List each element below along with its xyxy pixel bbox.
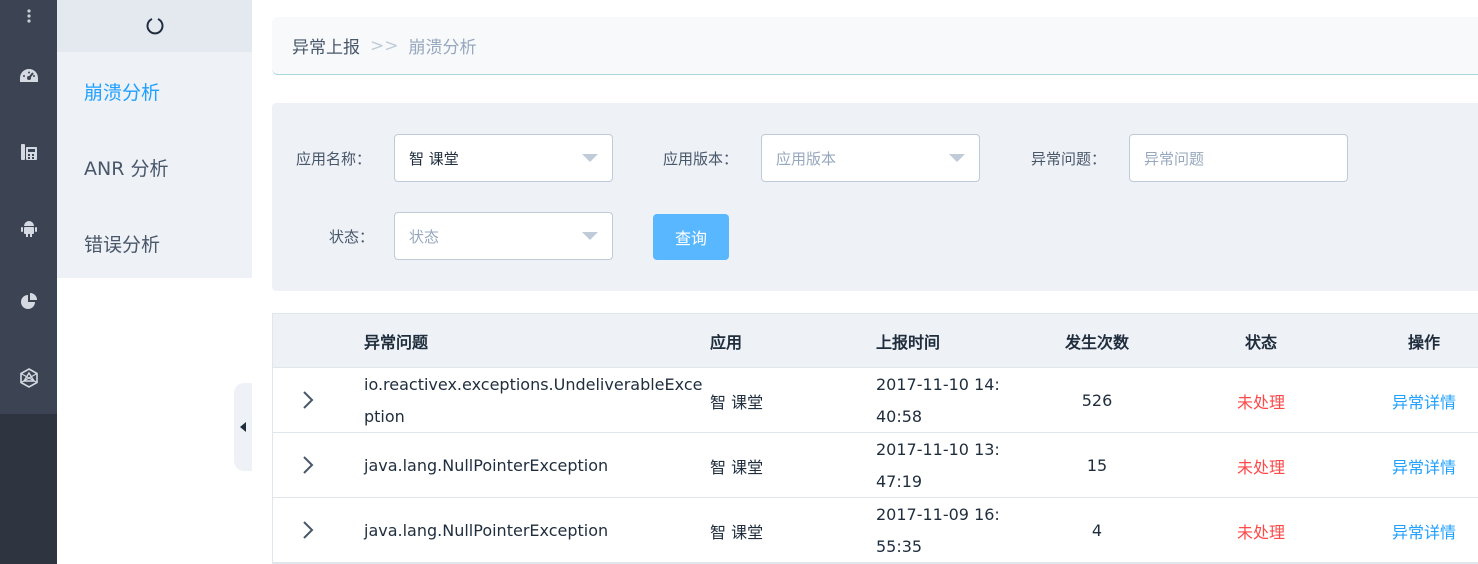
status-badge: 未处理 xyxy=(1236,457,1285,477)
chevron-down-icon xyxy=(582,154,598,162)
filter-panel: 应用名称： 智 课堂 应用版本： 应用版本 异常问题： 异常问题 状态： 状态 … xyxy=(272,103,1478,291)
time-cell: 2017-11-10 14: 40:58 xyxy=(876,369,1000,433)
issue-cell: io.reactivex.exceptions.UndeliverableExc… xyxy=(364,369,702,433)
column-header-count[interactable]: 发生次数 xyxy=(1065,314,1129,368)
app-version-select[interactable]: 应用版本 xyxy=(761,134,980,182)
chevron-down-icon xyxy=(582,232,598,240)
status-badge: 未处理 xyxy=(1236,522,1285,542)
issue-cell: java.lang.NullPointerException xyxy=(364,521,609,540)
more-vert-icon[interactable] xyxy=(0,0,57,36)
app-version-placeholder: 应用版本 xyxy=(776,149,837,168)
loading-spinner-icon xyxy=(146,18,163,35)
dashboard-gauge-icon[interactable] xyxy=(0,56,57,96)
status-select[interactable]: 状态 xyxy=(394,212,613,260)
breadcrumb-home[interactable]: 异常上报 xyxy=(292,33,360,58)
collapse-sidebar-button[interactable] xyxy=(234,383,252,471)
submenu-item-anr-analysis[interactable]: ANR 分析 xyxy=(84,154,168,181)
table-row[interactable]: java.lang.NullPointerException 智 课堂 2017… xyxy=(273,498,1478,563)
count-cell: 15 xyxy=(1086,456,1108,475)
issue-placeholder: 异常问题 xyxy=(1144,149,1205,168)
icon-rail xyxy=(0,0,57,564)
column-header-action[interactable]: 操作 xyxy=(1408,314,1440,368)
app-name-value: 智 课堂 xyxy=(409,149,459,168)
chevron-down-icon xyxy=(949,154,965,162)
issue-text-line2: ption xyxy=(364,407,405,426)
time-text-line1: 2017-11-09 16: xyxy=(876,505,1000,524)
time-text-line2: 40:58 xyxy=(876,407,923,426)
table-header: 异常问题 应用 上报时间 发生次数 状态 操作 xyxy=(273,314,1478,368)
crash-table: 异常问题 应用 上报时间 发生次数 状态 操作 io.reactivex.exc… xyxy=(272,313,1478,564)
query-button[interactable]: 查询 xyxy=(653,214,729,260)
breadcrumb-current: 崩溃分析 xyxy=(408,38,477,58)
issue-text-line1: io.reactivex.exceptions.UndeliverableExc… xyxy=(364,375,703,394)
submenu: 崩溃分析 ANR 分析 错误分析 xyxy=(57,0,252,278)
column-header-app[interactable]: 应用 xyxy=(710,314,742,368)
app-cell: 智 课堂 xyxy=(710,457,764,477)
column-header-issue[interactable]: 异常问题 xyxy=(364,314,428,368)
app-version-label: 应用版本： xyxy=(663,150,739,168)
detail-link[interactable]: 异常详情 xyxy=(1364,368,1478,433)
status-placeholder: 状态 xyxy=(409,227,440,246)
time-cell: 2017-11-09 16: 55:35 xyxy=(876,499,1000,563)
time-text-line1: 2017-11-10 14: xyxy=(876,375,1000,394)
android-icon[interactable] xyxy=(0,208,57,248)
network-icon[interactable] xyxy=(0,358,57,398)
app-name-label: 应用名称： xyxy=(296,150,372,168)
count-cell: 526 xyxy=(1081,391,1113,410)
table-row[interactable]: io.reactivex.exceptions.UndeliverableExc… xyxy=(273,368,1478,433)
breadcrumb-separator: >> xyxy=(370,35,399,56)
chevron-right-icon[interactable] xyxy=(301,519,315,541)
issue-label: 异常问题： xyxy=(1031,150,1107,168)
column-header-status[interactable]: 状态 xyxy=(1245,314,1277,368)
app-name-select[interactable]: 智 课堂 xyxy=(394,134,613,182)
app-cell: 智 课堂 xyxy=(710,392,764,412)
time-text-line2: 55:35 xyxy=(876,537,923,556)
status-badge: 未处理 xyxy=(1236,392,1285,412)
count-cell: 4 xyxy=(1091,521,1103,540)
submenu-header xyxy=(57,0,252,52)
time-text-line2: 47:19 xyxy=(876,472,923,491)
table-row[interactable]: java.lang.NullPointerException 智 课堂 2017… xyxy=(273,433,1478,498)
issue-input[interactable]: 异常问题 xyxy=(1129,134,1348,182)
detail-link[interactable]: 异常详情 xyxy=(1364,433,1478,498)
chevron-right-icon[interactable] xyxy=(301,389,315,411)
breadcrumb: 异常上报 >> 崩溃分析 xyxy=(272,17,1478,75)
status-label: 状态： xyxy=(329,228,375,246)
submenu-item-error-analysis[interactable]: 错误分析 xyxy=(84,230,160,257)
column-header-time[interactable]: 上报时间 xyxy=(876,314,940,368)
app-cell: 智 课堂 xyxy=(710,522,764,542)
time-text-line1: 2017-11-10 13: xyxy=(876,440,1000,459)
pie-chart-icon[interactable] xyxy=(0,282,57,322)
chevron-right-icon[interactable] xyxy=(301,454,315,476)
caret-left-icon xyxy=(240,422,246,432)
detail-link[interactable]: 异常详情 xyxy=(1364,498,1478,563)
issue-cell: java.lang.NullPointerException xyxy=(364,456,609,475)
submenu-item-crash-analysis[interactable]: 崩溃分析 xyxy=(84,78,160,105)
time-cell: 2017-11-10 13: 47:19 xyxy=(876,434,1000,498)
phone-icon[interactable] xyxy=(0,132,57,172)
